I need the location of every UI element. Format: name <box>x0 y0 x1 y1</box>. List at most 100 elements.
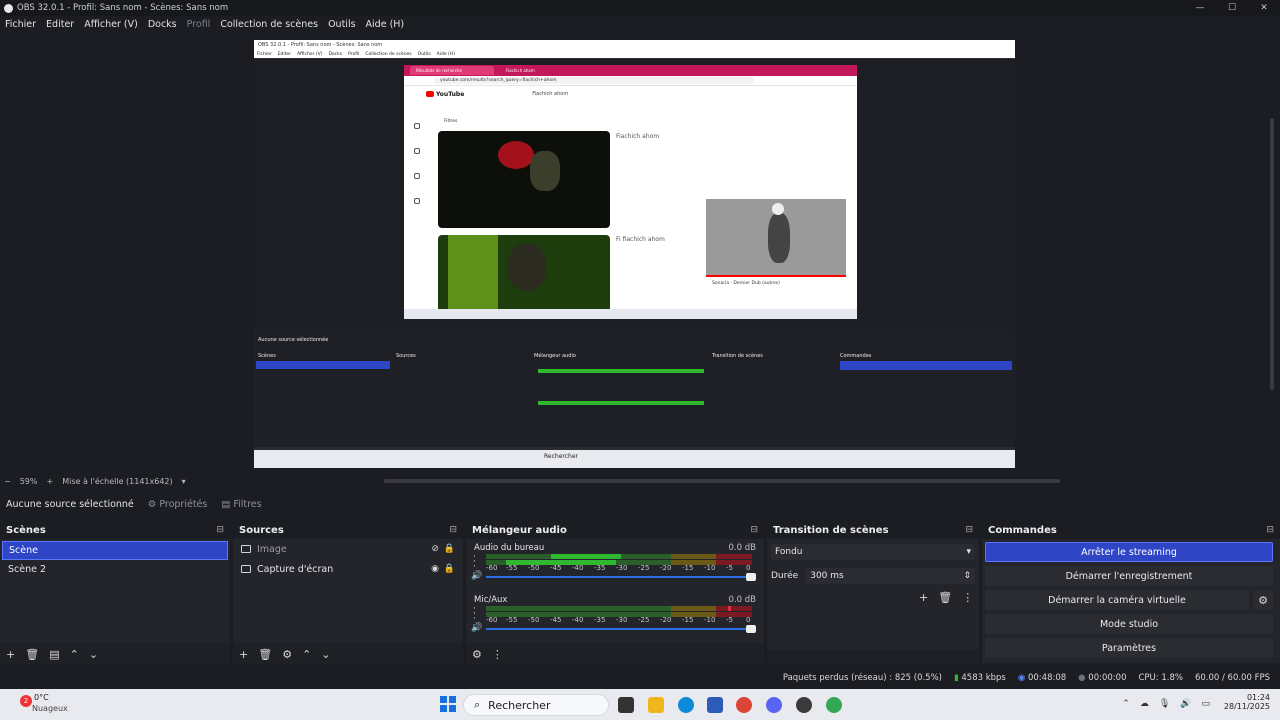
youtube-search: Fiachich ahom <box>532 91 569 97</box>
chrome-icon[interactable] <box>736 697 752 713</box>
menu-dots-icon[interactable]: ⋮ <box>962 591 973 604</box>
scene-item[interactable]: Scène <box>2 541 228 560</box>
preview-area[interactable]: OBS 32.0.1 - Profil: Sans nom - Scènes: … <box>0 32 1280 474</box>
spin-arrows-icon[interactable]: ⇕ <box>963 571 971 581</box>
float-icon[interactable]: ⊟ <box>449 525 457 535</box>
file-explorer-icon[interactable] <box>648 697 664 713</box>
gear-icon[interactable]: ⚙ <box>282 648 292 661</box>
menu-aide[interactable]: Aide (H) <box>366 19 405 30</box>
menu-collection[interactable]: Collection de scènes <box>220 19 318 30</box>
chevron-up-icon[interactable]: ⌃ <box>1122 699 1130 709</box>
cpu-usage: CPU: 1.8% <box>1138 673 1183 683</box>
filters-button[interactable]: ▤ Filtres <box>221 499 261 510</box>
gear-icon[interactable]: ⚙ <box>1253 590 1273 610</box>
move-down-icon[interactable]: ⌄ <box>321 648 330 661</box>
zoom-out-button[interactable]: − <box>4 477 11 486</box>
program-preview[interactable]: OBS 32.0.1 - Profil: Sans nom - Scènes: … <box>254 40 1015 468</box>
add-icon[interactable]: + <box>239 648 248 661</box>
volume-slider[interactable] <box>486 625 756 633</box>
speaker-icon[interactable]: 🔊 <box>471 571 482 581</box>
task-view-icon[interactable] <box>618 697 634 713</box>
start-recording-button[interactable]: Démarrer l'enregistrement <box>985 566 1273 586</box>
settings-button[interactable]: Paramètres <box>985 638 1273 658</box>
add-icon[interactable]: + <box>6 648 15 661</box>
vertical-scrollbar[interactable] <box>1270 118 1274 390</box>
commands-body: Arrêter le streaming Démarrer l'enregist… <box>982 539 1280 663</box>
stop-streaming-button[interactable]: Arrêter le streaming <box>985 542 1273 562</box>
properties-button[interactable]: ⚙ Propriétés <box>148 499 208 510</box>
preview-inner-taskbar: Rechercher <box>254 450 1015 468</box>
clock-time: 01:24 <box>1246 693 1270 702</box>
horizontal-scrollbar[interactable] <box>384 479 1060 483</box>
slider-handle[interactable] <box>746 573 756 581</box>
chrome-profile-icon[interactable] <box>826 697 842 713</box>
preview-inner-title: OBS 32.0.1 - Profil: Sans nom - Scènes: … <box>254 40 1015 50</box>
menu-editer[interactable]: Editer <box>46 19 74 30</box>
trash-icon[interactable]: 🗑 <box>938 591 952 604</box>
filter-icon[interactable]: ▤ <box>49 648 59 661</box>
scale-label[interactable]: Mise à l'échelle (1141x642) <box>62 477 172 486</box>
move-down-icon[interactable]: ⌄ <box>89 648 98 661</box>
trash-icon[interactable]: 🗑 <box>258 648 272 661</box>
minimize-button[interactable]: — <box>1184 0 1216 16</box>
add-icon[interactable]: + <box>919 591 928 604</box>
menu-dots-icon[interactable]: · · · <box>473 553 476 572</box>
speaker-icon[interactable]: 🔊 <box>1180 699 1191 709</box>
menu-dots-icon[interactable]: ⋮ <box>492 648 503 661</box>
inner-label: Sources <box>396 353 416 359</box>
source-item[interactable]: Capture d'écran ◉ 🔒 <box>233 559 463 579</box>
maximize-button[interactable]: ☐ <box>1216 0 1248 16</box>
start-virtual-camera-button[interactable]: Démarrer la caméra virtuelle <box>985 590 1249 610</box>
eye-icon[interactable]: ◉ <box>431 564 439 574</box>
edge-icon[interactable] <box>678 697 694 713</box>
move-up-icon[interactable]: ⌃ <box>70 648 79 661</box>
mixer-settings-icon[interactable]: ⚙ <box>472 648 482 661</box>
duration-spinbox[interactable]: 300 ms ⇕ <box>806 568 975 584</box>
bitrate: ▮ 4583 kbps <box>953 673 1006 683</box>
volume-slider[interactable] <box>486 573 756 581</box>
status-bar: Paquets perdus (réseau) : 825 (0.5%) ▮ 4… <box>0 668 1280 688</box>
menu-outils[interactable]: Outils <box>328 19 355 30</box>
zoom-level[interactable]: 59% <box>20 477 38 486</box>
battery-icon[interactable]: ▭ <box>1201 699 1210 709</box>
sources-dock: Sources ⊟ Image ⊘ 🔒 Capture d'écran ◉ 🔒 + 🗑 ⚙ ⌃ ⌄ <box>233 521 463 665</box>
chevron-down-icon[interactable]: ▾ <box>182 477 186 486</box>
lock-icon[interactable]: 🔒 <box>444 544 455 554</box>
lock-icon[interactable]: 🔒 <box>444 564 455 574</box>
clock[interactable]: 01:24 28/11/2025 <box>1224 693 1270 711</box>
menu-afficher[interactable]: Afficher (V) <box>84 19 138 30</box>
scenes-list: Scène Scène 2 <box>0 539 230 649</box>
discord-icon[interactable] <box>766 697 782 713</box>
menu-dots-icon[interactable]: · · · <box>473 605 476 624</box>
zoom-in-button[interactable]: + <box>46 477 53 486</box>
menu-fichier[interactable]: Fichier <box>5 19 36 30</box>
mixer-dock: Mélangeur audio ⊟ Audio du bureau 0.0 dB … <box>466 521 764 665</box>
menu-profil[interactable]: Profil <box>187 19 211 30</box>
taskbar-search[interactable]: ⌕ Rechercher <box>463 694 609 716</box>
channel-db: 0.0 dB <box>728 543 756 553</box>
windows-start-icon[interactable] <box>440 696 456 712</box>
menu-docks[interactable]: Docks <box>148 19 177 30</box>
store-icon[interactable] <box>707 697 723 713</box>
mic-icon[interactable]: 🎙 <box>1159 699 1170 709</box>
studio-mode-button[interactable]: Mode studio <box>985 614 1273 634</box>
float-icon[interactable]: ⊟ <box>750 525 758 535</box>
float-icon[interactable]: ⊟ <box>216 525 224 535</box>
obs-icon[interactable] <box>796 697 812 713</box>
slider-handle[interactable] <box>746 625 756 633</box>
transition-select[interactable]: Fondu ▾ <box>771 544 975 560</box>
mini-player-caption: Sonaria · Dernier Dub (autres) <box>706 275 846 297</box>
scene-item[interactable]: Scène 2 <box>2 560 228 579</box>
browser-tab: Fiachich ahom <box>506 68 535 73</box>
trash-icon[interactable]: 🗑 <box>25 648 39 661</box>
move-up-icon[interactable]: ⌃ <box>302 648 311 661</box>
source-item[interactable]: Image ⊘ 🔒 <box>233 539 463 559</box>
float-icon[interactable]: ⊟ <box>965 525 973 535</box>
mixer-title: Mélangeur audio <box>472 524 567 536</box>
speaker-icon[interactable]: 🔊 <box>471 623 482 633</box>
eye-hidden-icon[interactable]: ⊘ <box>431 544 439 554</box>
transitions-title: Transition de scènes <box>773 524 889 536</box>
close-button[interactable]: ✕ <box>1248 0 1280 16</box>
float-icon[interactable]: ⊟ <box>1266 525 1274 535</box>
network-icon[interactable]: ☁ <box>1140 699 1149 709</box>
